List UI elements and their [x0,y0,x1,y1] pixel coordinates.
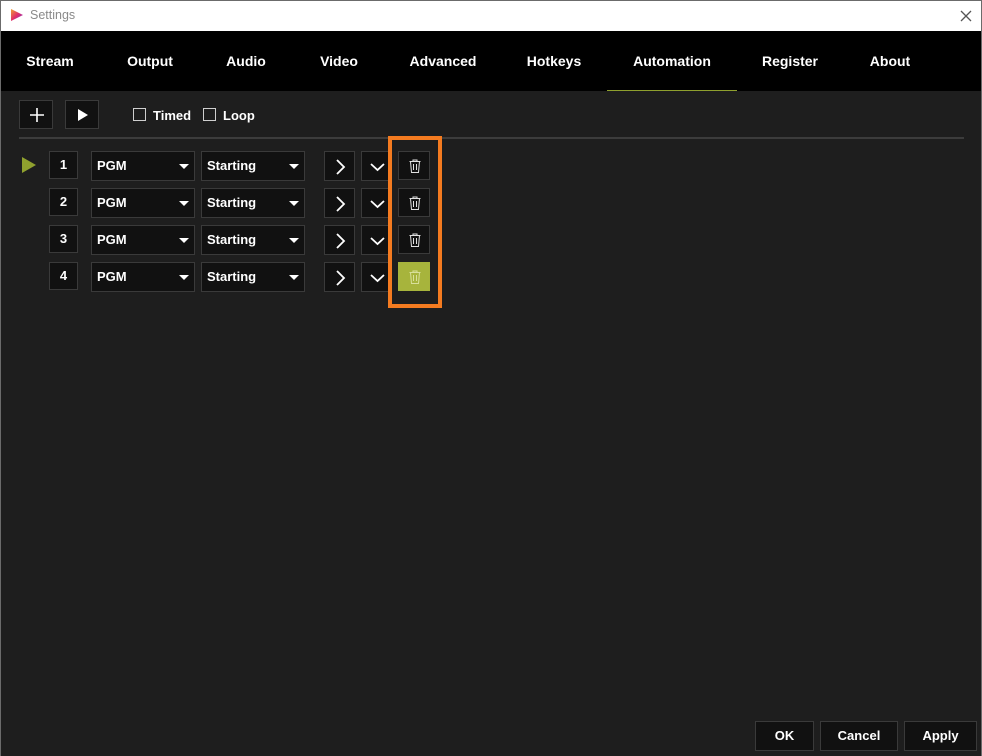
tab-register[interactable]: Register [749,31,831,91]
tab-audio[interactable]: Audio [211,31,281,91]
source-dropdown[interactable]: PGM [91,262,195,292]
delete-step-button[interactable] [398,225,430,254]
next-step-button[interactable] [324,262,355,292]
trash-icon [409,233,421,247]
tab-video[interactable]: Video [301,31,377,91]
timed-label: Timed [153,108,192,123]
loop-label: Loop [223,108,255,123]
step-number: 3 [49,225,78,253]
automation-row: 3 PGM Starting [1,225,981,255]
chevron-right-icon [336,159,346,175]
event-dropdown[interactable]: Starting [201,225,305,255]
apply-button[interactable]: Apply [904,721,977,751]
delete-step-button[interactable] [398,188,430,217]
automation-row: 1 PGM Starting [1,151,981,181]
expand-step-button[interactable] [361,188,392,218]
expand-step-button[interactable] [361,262,392,292]
tab-about[interactable]: About [851,31,929,91]
loop-checkbox[interactable] [203,108,216,121]
dropdown-caret-icon [289,275,299,280]
event-dropdown[interactable]: Starting [201,188,305,218]
event-value: Starting [207,195,257,210]
trash-icon [409,196,421,210]
tab-output[interactable]: Output [111,31,189,91]
next-step-button[interactable] [324,188,355,218]
source-dropdown[interactable]: PGM [91,188,195,218]
source-value: PGM [97,195,127,210]
automation-panel: Timed Loop 1 PGM Starting 2 PGM Starting… [1,91,981,756]
chevron-right-icon [336,196,346,212]
source-value: PGM [97,269,127,284]
chevron-right-icon [336,270,346,286]
tab-advanced[interactable]: Advanced [399,31,487,91]
dropdown-caret-icon [289,201,299,206]
dropdown-caret-icon [179,164,189,169]
event-value: Starting [207,269,257,284]
next-step-button[interactable] [324,225,355,255]
toolbar-divider [19,137,964,139]
event-dropdown[interactable]: Starting [201,151,305,181]
tab-hotkeys[interactable]: Hotkeys [511,31,597,91]
add-step-button[interactable] [19,100,53,129]
dropdown-caret-icon [289,238,299,243]
tab-bar: Stream Output Audio Video Advanced Hotke… [1,31,981,91]
chevron-right-icon [336,233,346,249]
play-icon [78,109,88,121]
tab-automation[interactable]: Automation [607,31,737,91]
tab-stream[interactable]: Stream [11,31,89,91]
window-title: Settings [30,8,76,22]
source-dropdown[interactable]: PGM [91,151,195,181]
step-number: 4 [49,262,78,290]
automation-row: 2 PGM Starting [1,188,981,218]
cancel-button[interactable]: Cancel [820,721,898,751]
event-value: Starting [207,232,257,247]
app-logo-icon [11,9,23,21]
ok-button[interactable]: OK [755,721,814,751]
chevron-down-icon [370,274,385,283]
settings-window: Settings Stream Output Audio Video Advan… [0,0,982,756]
chevron-down-icon [370,237,385,246]
next-step-button[interactable] [324,151,355,181]
source-value: PGM [97,158,127,173]
event-value: Starting [207,158,257,173]
automation-row: 4 PGM Starting [1,262,981,292]
run-automation-button[interactable] [65,100,99,129]
expand-step-button[interactable] [361,225,392,255]
trash-icon [409,159,421,173]
dropdown-caret-icon [179,201,189,206]
step-number: 2 [49,188,78,216]
delete-step-button[interactable] [398,262,430,291]
active-step-marker-icon [22,157,36,173]
source-value: PGM [97,232,127,247]
title-bar: Settings [1,1,981,31]
timed-checkbox[interactable] [133,108,146,121]
trash-icon [409,270,421,284]
step-number: 1 [49,151,78,179]
dropdown-caret-icon [179,238,189,243]
chevron-down-icon [370,163,385,172]
plus-icon [30,108,44,122]
source-dropdown[interactable]: PGM [91,225,195,255]
expand-step-button[interactable] [361,151,392,181]
dropdown-caret-icon [179,275,189,280]
close-icon[interactable] [957,7,975,25]
dropdown-caret-icon [289,164,299,169]
delete-step-button[interactable] [398,151,430,180]
chevron-down-icon [370,200,385,209]
event-dropdown[interactable]: Starting [201,262,305,292]
